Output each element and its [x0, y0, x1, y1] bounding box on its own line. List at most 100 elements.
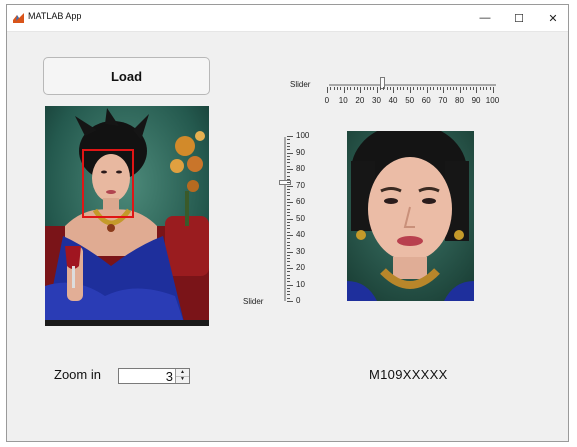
vertical-slider-tick	[287, 211, 290, 213]
horizontal-slider-tick	[426, 87, 428, 93]
original-image	[45, 106, 209, 326]
minimize-button[interactable]: —	[468, 5, 502, 31]
horizontal-slider-tick	[413, 87, 415, 90]
horizontal-slider-tick	[386, 87, 388, 90]
horizontal-slider-tick	[406, 87, 408, 90]
horizontal-slider-tick	[466, 87, 468, 90]
horizontal-slider-tick	[360, 87, 362, 93]
horizontal-slider-tick	[456, 87, 458, 90]
vertical-slider-tick	[287, 178, 290, 180]
horizontal-slider-tick	[380, 87, 382, 90]
horizontal-slider-track[interactable]	[329, 84, 496, 86]
vertical-slider-track[interactable]	[284, 137, 286, 301]
horizontal-slider-tick	[363, 87, 365, 90]
vertical-slider-tick	[287, 202, 293, 203]
vertical-slider-tick-label: 70	[296, 180, 305, 190]
horizontal-slider-tick	[483, 87, 485, 90]
horizontal-slider-tick	[390, 87, 392, 90]
vertical-slider-tick	[287, 218, 293, 220]
horizontal-slider-tick	[429, 87, 431, 90]
horizontal-slider-tick	[356, 87, 358, 90]
horizontal-slider-tick	[419, 87, 421, 90]
horizontal-slider-tick-label: 20	[355, 96, 365, 105]
horizontal-slider-tick	[366, 87, 368, 90]
horizontal-slider-tick	[343, 87, 345, 93]
vertical-slider-tick-label: 60	[296, 197, 305, 206]
vertical-slider-tick	[287, 172, 290, 174]
horizontal-slider-tick-label: 0	[324, 96, 330, 105]
horizontal-slider-tick	[436, 87, 438, 90]
horizontal-slider-label: Slider	[290, 80, 311, 89]
vertical-slider-tick-label: 40	[296, 230, 305, 239]
vertical-slider-tick	[287, 294, 290, 296]
horizontal-slider-tick-label: 50	[405, 96, 415, 105]
vertical-slider-tick-label: 20	[296, 263, 305, 272]
horizontal-slider-tick	[446, 87, 448, 90]
vertical-slider-tick	[287, 301, 293, 302]
horizontal-slider-tick-label: 100	[485, 96, 500, 105]
face-detection-box	[82, 149, 134, 218]
vertical-slider-tick-label: 10	[296, 279, 305, 289]
vertical-slider-tick	[287, 185, 293, 187]
horizontal-slider-tick	[393, 87, 395, 93]
vertical-slider-tick	[287, 271, 290, 273]
horizontal-slider-tick-label: 80	[455, 96, 464, 105]
horizontal-slider-tick	[469, 87, 471, 90]
horizontal-slider-tick-label: 60	[421, 96, 431, 105]
vertical-slider-tick	[287, 198, 290, 200]
app-window: MATLAB App — ☐ ✕ Load Slider 0 10 20 30 …	[6, 4, 569, 442]
maximize-button[interactable]: ☐	[502, 5, 536, 31]
vertical-slider-tick	[287, 165, 290, 167]
horizontal-slider-tick	[410, 87, 411, 93]
horizontal-slider-tick-label: 10	[338, 96, 348, 105]
horizontal-slider-tick	[376, 87, 378, 93]
vertical-slider-tick	[287, 251, 293, 253]
horizontal-slider-tick	[473, 87, 475, 90]
vertical-slider-tick	[287, 225, 290, 227]
window-title: MATLAB App	[28, 11, 82, 21]
horizontal-slider-tick	[416, 87, 418, 90]
vertical-slider-tick	[287, 162, 290, 164]
horizontal-slider-tick	[373, 87, 375, 90]
vertical-slider-tick-label: 80	[296, 164, 305, 173]
vertical-slider-tick	[287, 149, 290, 151]
horizontal-slider-tick	[493, 87, 494, 93]
vertical-slider-tick	[287, 244, 290, 246]
horizontal-slider-tick	[423, 87, 425, 90]
horizontal-slider-tick	[346, 87, 348, 90]
vertical-slider-tick	[287, 231, 290, 233]
horizontal-slider-tick-label: 70	[438, 96, 448, 105]
vertical-slider-label: Slider	[243, 297, 264, 306]
vertical-slider-tick	[287, 159, 290, 161]
student-id-label: M109XXXXX	[369, 367, 448, 382]
horizontal-slider-tick	[350, 87, 352, 90]
load-button[interactable]: Load	[43, 57, 210, 95]
horizontal-slider-tick	[486, 87, 488, 90]
horizontal-slider-tick	[479, 87, 481, 90]
cropped-face-image	[347, 131, 474, 301]
vertical-slider-tick	[287, 287, 290, 289]
vertical-slider-tick	[287, 152, 293, 154]
close-button[interactable]: ✕	[536, 5, 570, 31]
vertical-slider-tick	[287, 169, 293, 170]
horizontal-slider-tick	[476, 87, 478, 93]
horizontal-slider-tick	[449, 87, 451, 90]
spinner-down-arrow-icon[interactable]: ▼	[176, 376, 189, 383]
vertical-slider-tick	[287, 175, 290, 177]
vertical-slider-tick	[287, 155, 290, 157]
vertical-slider-tick	[287, 241, 290, 243]
horizontal-slider-tick	[459, 87, 461, 93]
zoom-spinner[interactable]: 3 ▲ ▼	[118, 368, 190, 384]
title-bar: MATLAB App — ☐ ✕	[7, 5, 568, 32]
vertical-slider-tick-label: 30	[296, 246, 305, 256]
horizontal-slider-tick	[433, 87, 435, 90]
horizontal-slider-tick-label: 90	[471, 96, 481, 105]
vertical-slider-tick	[287, 139, 290, 141]
zoom-in-label: Zoom in	[54, 367, 101, 382]
zoom-spinner-value[interactable]: 3	[166, 369, 173, 384]
vertical-slider-tick	[287, 188, 290, 190]
vertical-slider-tick-label: 0	[296, 296, 301, 305]
vertical-slider-tick	[287, 195, 290, 197]
zoom-spinner-buttons: ▲ ▼	[175, 369, 189, 383]
vertical-slider-tick	[287, 268, 293, 269]
